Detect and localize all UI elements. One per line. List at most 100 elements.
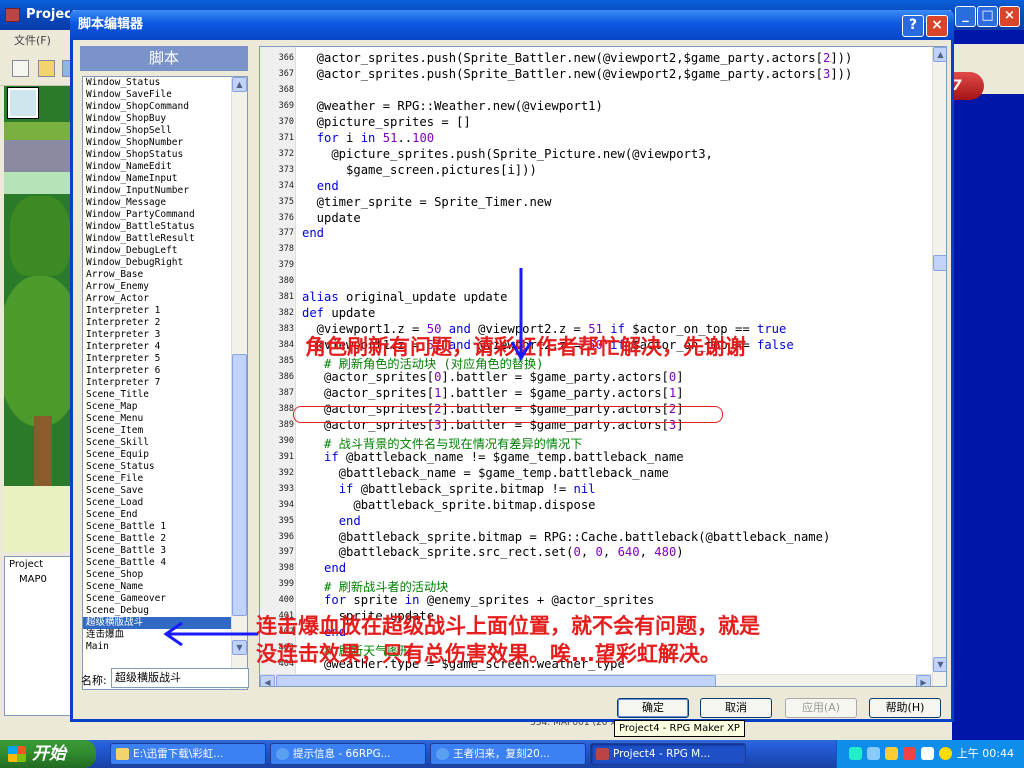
script-list-item[interactable]: Window_PartyCommand [83, 209, 231, 221]
editor-scroll-up-icon[interactable]: ▲ [933, 47, 946, 62]
code-line[interactable]: end [302, 226, 324, 240]
code-line[interactable]: @battleback_sprite.bitmap = RPG::Cache.b… [302, 530, 831, 544]
script-list-item[interactable]: Interpreter 6 [83, 365, 231, 377]
script-list-item[interactable]: Arrow_Enemy [83, 281, 231, 293]
script-list-item[interactable]: Main [83, 641, 231, 653]
new-project-icon[interactable] [12, 60, 29, 77]
code-editor[interactable]: 366 367 368 369 370 371 372 373 374 375 376 377 378 3… [259, 46, 947, 687]
code-line[interactable]: end [302, 561, 346, 575]
script-list-item[interactable]: Scene_Gameover [83, 593, 231, 605]
script-list-item[interactable]: Window_InputNumber [83, 185, 231, 197]
scroll-up-arrow-icon[interactable]: ▲ [232, 77, 247, 92]
code-line[interactable]: for i in 51..100 [302, 131, 434, 145]
code-line[interactable]: @battleback_sprite.bitmap.dispose [302, 498, 595, 512]
editor-scroll-thumb[interactable] [933, 255, 946, 271]
maximize-button[interactable]: □ [977, 6, 998, 27]
script-list-item[interactable]: Scene_Debug [83, 605, 231, 617]
editor-scroll-down-icon[interactable]: ▼ [933, 657, 946, 672]
script-list-item[interactable]: Scene_Load [83, 497, 231, 509]
scroll-thumb[interactable] [232, 354, 247, 616]
script-list-item[interactable]: Scene_Title [83, 389, 231, 401]
script-list-item[interactable]: Arrow_Actor [83, 293, 231, 305]
project-tree[interactable]: Project MAP0 [4, 556, 76, 716]
cancel-button[interactable]: 取消 [700, 698, 772, 718]
script-list[interactable]: Window_Status Window_SaveFile Window_ShopC… [82, 76, 248, 690]
selected-tile[interactable] [7, 87, 39, 119]
script-list-items[interactable]: Window_Status Window_SaveFile Window_ShopC… [83, 77, 231, 653]
script-list-item[interactable]: Scene_File [83, 473, 231, 485]
xunlei-tray-icon[interactable] [903, 747, 916, 760]
script-list-item[interactable]: Window_DebugLeft [83, 245, 231, 257]
code-line[interactable]: @battleback_sprite.src_rect.set(0, 0, 64… [302, 545, 684, 559]
code-line[interactable]: @timer_sprite = Sprite_Timer.new [302, 195, 552, 209]
code-line[interactable]: def update [302, 306, 375, 320]
code-line[interactable]: @picture_sprites = [] [302, 115, 471, 129]
menu-file[interactable]: 文件(F) [0, 30, 80, 52]
help-button[interactable]: 帮助(H) [869, 698, 941, 718]
script-list-item[interactable]: Scene_Equip [83, 449, 231, 461]
close-icon[interactable]: × [926, 15, 948, 37]
editor-vscrollbar[interactable]: ▲ ▼ [932, 47, 946, 686]
scroll-down-arrow-icon[interactable]: ▼ [232, 640, 247, 655]
code-line[interactable]: @actor_sprites[1].battler = $game_party.… [302, 386, 684, 400]
script-list-item[interactable]: Interpreter 3 [83, 329, 231, 341]
script-list-item[interactable]: Window_ShopStatus [83, 149, 231, 161]
script-list-item[interactable]: Window_Status [83, 77, 231, 89]
task-browser-2[interactable]: 王者归来，复刻20... [430, 743, 586, 765]
script-list-item[interactable]: Scene_Skill [83, 437, 231, 449]
open-project-icon[interactable] [38, 60, 55, 77]
script-list-item[interactable]: Scene_Save [83, 485, 231, 497]
script-list-item[interactable]: Scene_Item [83, 425, 231, 437]
script-list-item[interactable]: Window_ShopNumber [83, 137, 231, 149]
code-line[interactable]: alias original_update update [302, 290, 507, 304]
main-close-button[interactable]: × [999, 6, 1020, 27]
editor-scroll-right-icon[interactable]: ▶ [916, 675, 931, 686]
tree-item-project[interactable]: Project [5, 557, 75, 572]
script-list-item[interactable]: Scene_Status [83, 461, 231, 473]
start-button[interactable]: 开始 [0, 740, 96, 768]
script-list-item[interactable]: Scene_Menu [83, 413, 231, 425]
script-list-item[interactable]: Interpreter 2 [83, 317, 231, 329]
code-line[interactable]: @battleback_name = $game_temp.battleback… [302, 466, 669, 480]
script-list-item[interactable]: Interpreter 1 [83, 305, 231, 317]
script-list-item[interactable]: Window_Message [83, 197, 231, 209]
security-icon[interactable] [885, 747, 898, 760]
code-line[interactable]: @actor_sprites.push(Sprite_Battler.new(@… [302, 51, 853, 65]
task-explorer[interactable]: E:\迅雷下载\彩虹... [110, 743, 266, 765]
tileset-palette[interactable] [4, 86, 76, 552]
editor-scroll-left-icon[interactable]: ◀ [260, 675, 275, 686]
code-line[interactable]: for sprite in @enemy_sprites + @actor_sp… [302, 593, 654, 607]
help-icon[interactable]: ? [902, 15, 924, 37]
ime-icon[interactable] [921, 747, 934, 760]
minimize-button[interactable]: _ [955, 6, 976, 27]
tree-item-map[interactable]: MAP0 [5, 572, 75, 587]
script-list-item[interactable]: Window_BattleStatus [83, 221, 231, 233]
script-list-item[interactable]: Window_BattleResult [83, 233, 231, 245]
script-list-item[interactable]: Interpreter 5 [83, 353, 231, 365]
script-list-scrollbar[interactable]: ▲ ▼ [231, 77, 247, 689]
script-list-item[interactable]: Scene_Battle 4 [83, 557, 231, 569]
code-line[interactable]: @actor_sprites.push(Sprite_Battler.new(@… [302, 67, 853, 81]
script-list-item[interactable]: 连击爆血 [83, 629, 231, 641]
script-list-item[interactable]: Window_SaveFile [83, 89, 231, 101]
code-line[interactable]: if @battleback_name != $game_temp.battle… [302, 450, 684, 464]
script-list-item[interactable]: Interpreter 7 [83, 377, 231, 389]
script-list-item[interactable]: Window_ShopBuy [83, 113, 231, 125]
script-list-item[interactable]: Interpreter 4 [83, 341, 231, 353]
script-list-item[interactable]: 超级横版战斗 [83, 617, 231, 629]
code-line[interactable]: update [302, 211, 361, 225]
script-list-item[interactable]: Scene_Battle 3 [83, 545, 231, 557]
script-list-item[interactable]: Scene_Battle 1 [83, 521, 231, 533]
script-list-item[interactable]: Scene_Shop [83, 569, 231, 581]
apply-button[interactable]: 应用(A) [785, 698, 857, 718]
script-list-item[interactable]: Window_ShopSell [83, 125, 231, 137]
network-icon[interactable] [849, 747, 862, 760]
editor-hscroll-thumb[interactable] [276, 675, 716, 686]
volume-icon[interactable] [867, 747, 880, 760]
task-browser-1[interactable]: 提示信息 - 66RPG... [270, 743, 426, 765]
script-name-field[interactable]: 超级横版战斗 [111, 668, 249, 688]
script-list-item[interactable]: Window_NameInput [83, 173, 231, 185]
task-rpgmaker[interactable]: Project4 - RPG M... [590, 743, 746, 765]
qq-icon[interactable] [939, 747, 952, 760]
code-line[interactable]: if @battleback_sprite.bitmap != nil [302, 482, 596, 496]
